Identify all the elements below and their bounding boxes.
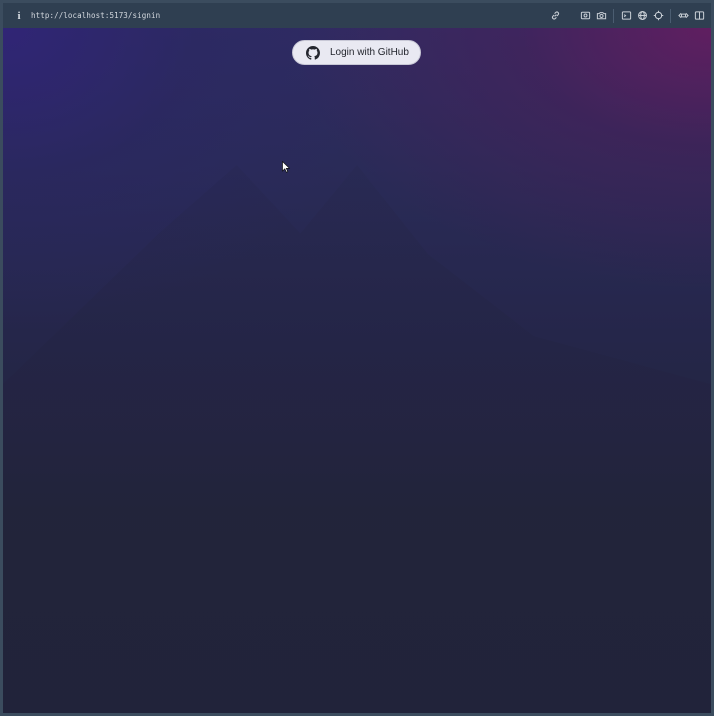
- toolbar-icons: [547, 3, 711, 28]
- login-with-github-button[interactable]: Login with GitHub: [292, 40, 421, 65]
- browser-window: i http://localhost:5173/signin Login wit…: [0, 0, 714, 716]
- terminal-icon[interactable]: [618, 8, 634, 24]
- page-viewport: Login with GitHub: [3, 28, 711, 713]
- background-mountain-shape: [3, 165, 711, 713]
- link-icon[interactable]: [547, 8, 563, 24]
- sidebar-icon[interactable]: [691, 8, 707, 24]
- info-icon[interactable]: i: [14, 10, 24, 22]
- github-icon: [306, 45, 320, 60]
- devtools-icon[interactable]: [675, 8, 691, 24]
- browser-toolbar: i http://localhost:5173/signin: [3, 3, 711, 29]
- login-button-label: Login with GitHub: [330, 47, 409, 58]
- toolbar-divider: [670, 8, 671, 23]
- mouse-cursor-icon: [282, 161, 290, 173]
- camera-icon[interactable]: [593, 8, 609, 24]
- crosshair-icon[interactable]: [650, 8, 666, 24]
- screenshot-icon[interactable]: [577, 8, 593, 24]
- address-bar-url[interactable]: http://localhost:5173/signin: [31, 11, 160, 20]
- globe-icon[interactable]: [634, 8, 650, 24]
- toolbar-divider: [613, 8, 614, 23]
